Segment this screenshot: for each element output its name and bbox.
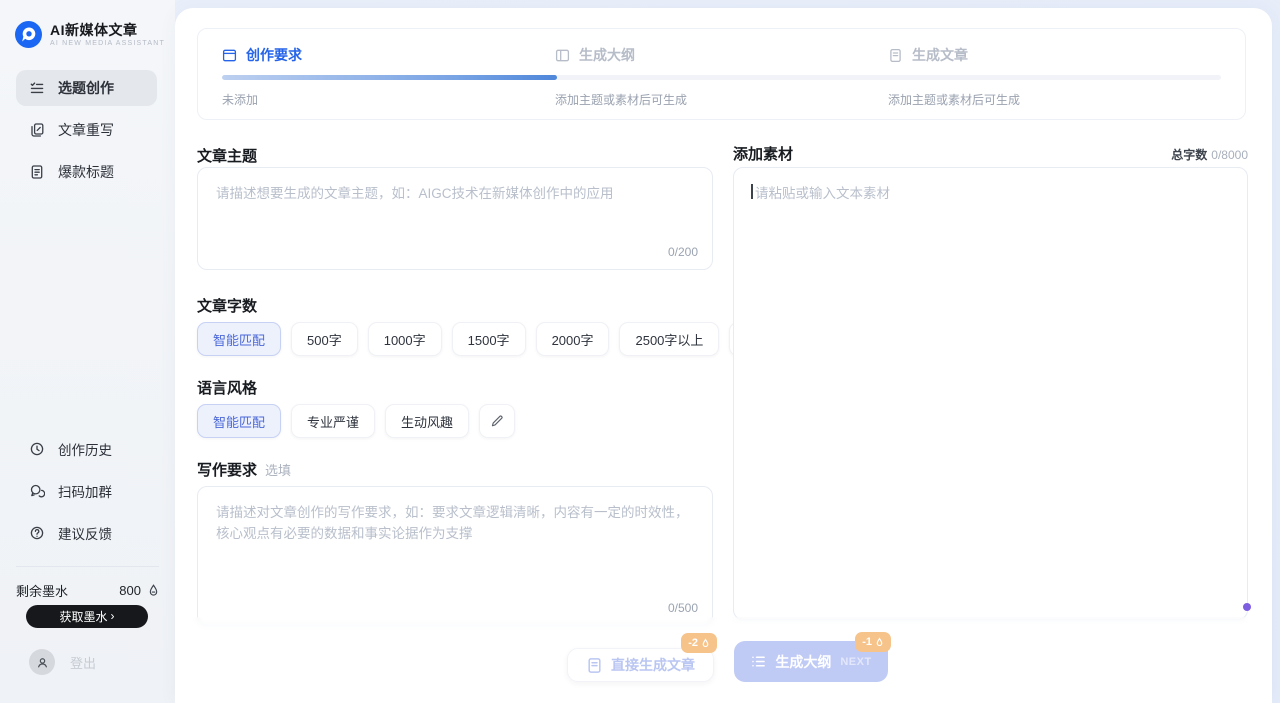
avatar[interactable]: [29, 649, 55, 675]
word-count-options: 智能匹配 500字 1000字 1500字 2000字 2500字以上: [197, 322, 765, 356]
ink-balance-row: 剩余墨水 800: [16, 581, 161, 599]
material-input[interactable]: [734, 168, 1247, 619]
step-generate-outline[interactable]: 生成大纲: [555, 45, 888, 65]
layout-sidebar-icon: [555, 48, 570, 63]
direct-generate-article-button[interactable]: 直接生成文章 -2: [567, 648, 714, 682]
word-count-heading: 文章字数: [197, 295, 257, 316]
material-input-card: [733, 167, 1248, 620]
floating-widget-dot: [1243, 603, 1251, 611]
language-style-options: 智能匹配 专业严谨 生动风趣: [197, 404, 515, 438]
list-icon: [750, 653, 767, 670]
material-header: 添加素材 总字数 0/8000: [733, 143, 1248, 164]
chat-group-icon: [29, 483, 45, 499]
chevron-right-icon: ›: [111, 610, 115, 622]
steps-progress-fill: [222, 75, 557, 80]
nav-label: 爆款标题: [58, 162, 114, 182]
step-status: 添加主题或素材后可生成: [555, 91, 888, 108]
secondary-nav: 创作历史 扫码加群 建议反馈: [16, 428, 157, 554]
list-check-icon: [29, 80, 45, 96]
ink-drop-icon: [701, 638, 710, 649]
direct-generate-label: 直接生成文章: [611, 655, 695, 675]
word-count-option-500[interactable]: 500字: [291, 322, 358, 356]
nav-label: 创作历史: [58, 439, 112, 459]
step-generate-article[interactable]: 生成文章: [888, 45, 1221, 65]
style-custom-edit-button[interactable]: [479, 404, 515, 438]
app-logo: AI新媒体文章 AI NEW MEDIA ASSISTANT: [15, 21, 165, 48]
file-icon: [586, 657, 603, 674]
ink-cost-badge: -1: [855, 632, 891, 652]
nav-item-topic-creation[interactable]: 选题创作: [16, 70, 157, 106]
requirements-heading-text: 写作要求: [197, 462, 257, 479]
document-icon: [29, 164, 45, 180]
brand-icon: [15, 21, 42, 48]
nav-label: 扫码加群: [58, 481, 112, 501]
app-tagline: AI NEW MEDIA ASSISTANT: [50, 40, 165, 47]
sidebar: AI新媒体文章 AI NEW MEDIA ASSISTANT 选题创作 文章重写: [0, 0, 175, 703]
word-count-option-smart[interactable]: 智能匹配: [197, 322, 281, 356]
account-row[interactable]: 登出: [29, 649, 96, 675]
step-label: 创作要求: [246, 45, 302, 65]
requirements-input[interactable]: [198, 487, 712, 625]
topic-input-card: 0/200: [197, 167, 713, 270]
word-count-option-2500plus[interactable]: 2500字以上: [619, 322, 719, 356]
nav-item-feedback[interactable]: 建议反馈: [16, 512, 157, 554]
language-style-heading: 语言风格: [197, 377, 257, 398]
style-option-professional[interactable]: 专业严谨: [291, 404, 375, 438]
sidebar-divider: [16, 566, 159, 567]
nav-label: 建议反馈: [58, 523, 112, 543]
nav-item-article-rewrite[interactable]: 文章重写: [16, 112, 157, 148]
nav-item-hot-titles[interactable]: 爆款标题: [16, 154, 157, 190]
file-icon: [888, 48, 903, 63]
material-total-label: 总字数: [1171, 146, 1207, 163]
steps-progress-track: [222, 75, 1221, 80]
step-label: 生成文章: [912, 45, 968, 65]
word-count-option-1500[interactable]: 1500字: [452, 322, 526, 356]
next-label: NEXT: [840, 656, 871, 668]
topic-heading: 文章主题: [197, 145, 257, 166]
optional-label: 选填: [265, 463, 291, 478]
app-title: AI新媒体文章: [50, 23, 165, 38]
material-heading: 添加素材: [733, 143, 793, 164]
nav-label: 选题创作: [58, 78, 114, 98]
step-label: 生成大纲: [579, 45, 635, 65]
rewrite-icon: [29, 122, 45, 138]
main-panel: 创作要求 生成大纲 生成文章: [175, 8, 1272, 703]
clock-icon: [29, 441, 45, 457]
footer-bar: [175, 617, 1272, 703]
form-window-icon: [222, 48, 237, 63]
get-ink-button[interactable]: 获取墨水 ›: [26, 605, 148, 628]
question-circle-icon: [29, 525, 45, 541]
ink-cost-badge: -2: [681, 633, 717, 653]
nav-label: 文章重写: [58, 120, 114, 140]
topic-input[interactable]: [198, 168, 712, 269]
generate-outline-button[interactable]: 生成大纲 NEXT -1: [734, 641, 888, 682]
pencil-icon: [490, 414, 504, 428]
steps-card: 创作要求 生成大纲 生成文章: [197, 28, 1246, 120]
word-count-option-2000[interactable]: 2000字: [536, 322, 610, 356]
word-count-option-1000[interactable]: 1000字: [368, 322, 442, 356]
get-ink-label: 获取墨水: [59, 608, 107, 625]
primary-nav: 选题创作 文章重写 爆款标题: [16, 70, 157, 190]
step-creation-requirements[interactable]: 创作要求: [222, 45, 555, 65]
style-option-lively[interactable]: 生动风趣: [385, 404, 469, 438]
ink-balance-label: 剩余墨水: [16, 581, 68, 600]
nav-item-scan-join-group[interactable]: 扫码加群: [16, 470, 157, 512]
ink-cost-value: -1: [862, 636, 872, 648]
step-status: 未添加: [222, 91, 555, 108]
material-counter: 0/8000: [1211, 148, 1248, 162]
style-option-smart[interactable]: 智能匹配: [197, 404, 281, 438]
ink-drop-icon: [146, 583, 161, 598]
step-status: 添加主题或素材后可生成: [888, 91, 1221, 108]
nav-item-creation-history[interactable]: 创作历史: [16, 428, 157, 470]
ink-drop-icon: [875, 637, 884, 648]
ink-cost-value: -2: [688, 637, 698, 649]
generate-outline-label: 生成大纲: [775, 652, 831, 672]
ink-balance-value: 800: [119, 583, 141, 598]
requirements-input-card: 0/500: [197, 486, 713, 626]
requirements-heading: 写作要求选填: [197, 459, 291, 480]
logout-button[interactable]: 登出: [70, 653, 96, 672]
